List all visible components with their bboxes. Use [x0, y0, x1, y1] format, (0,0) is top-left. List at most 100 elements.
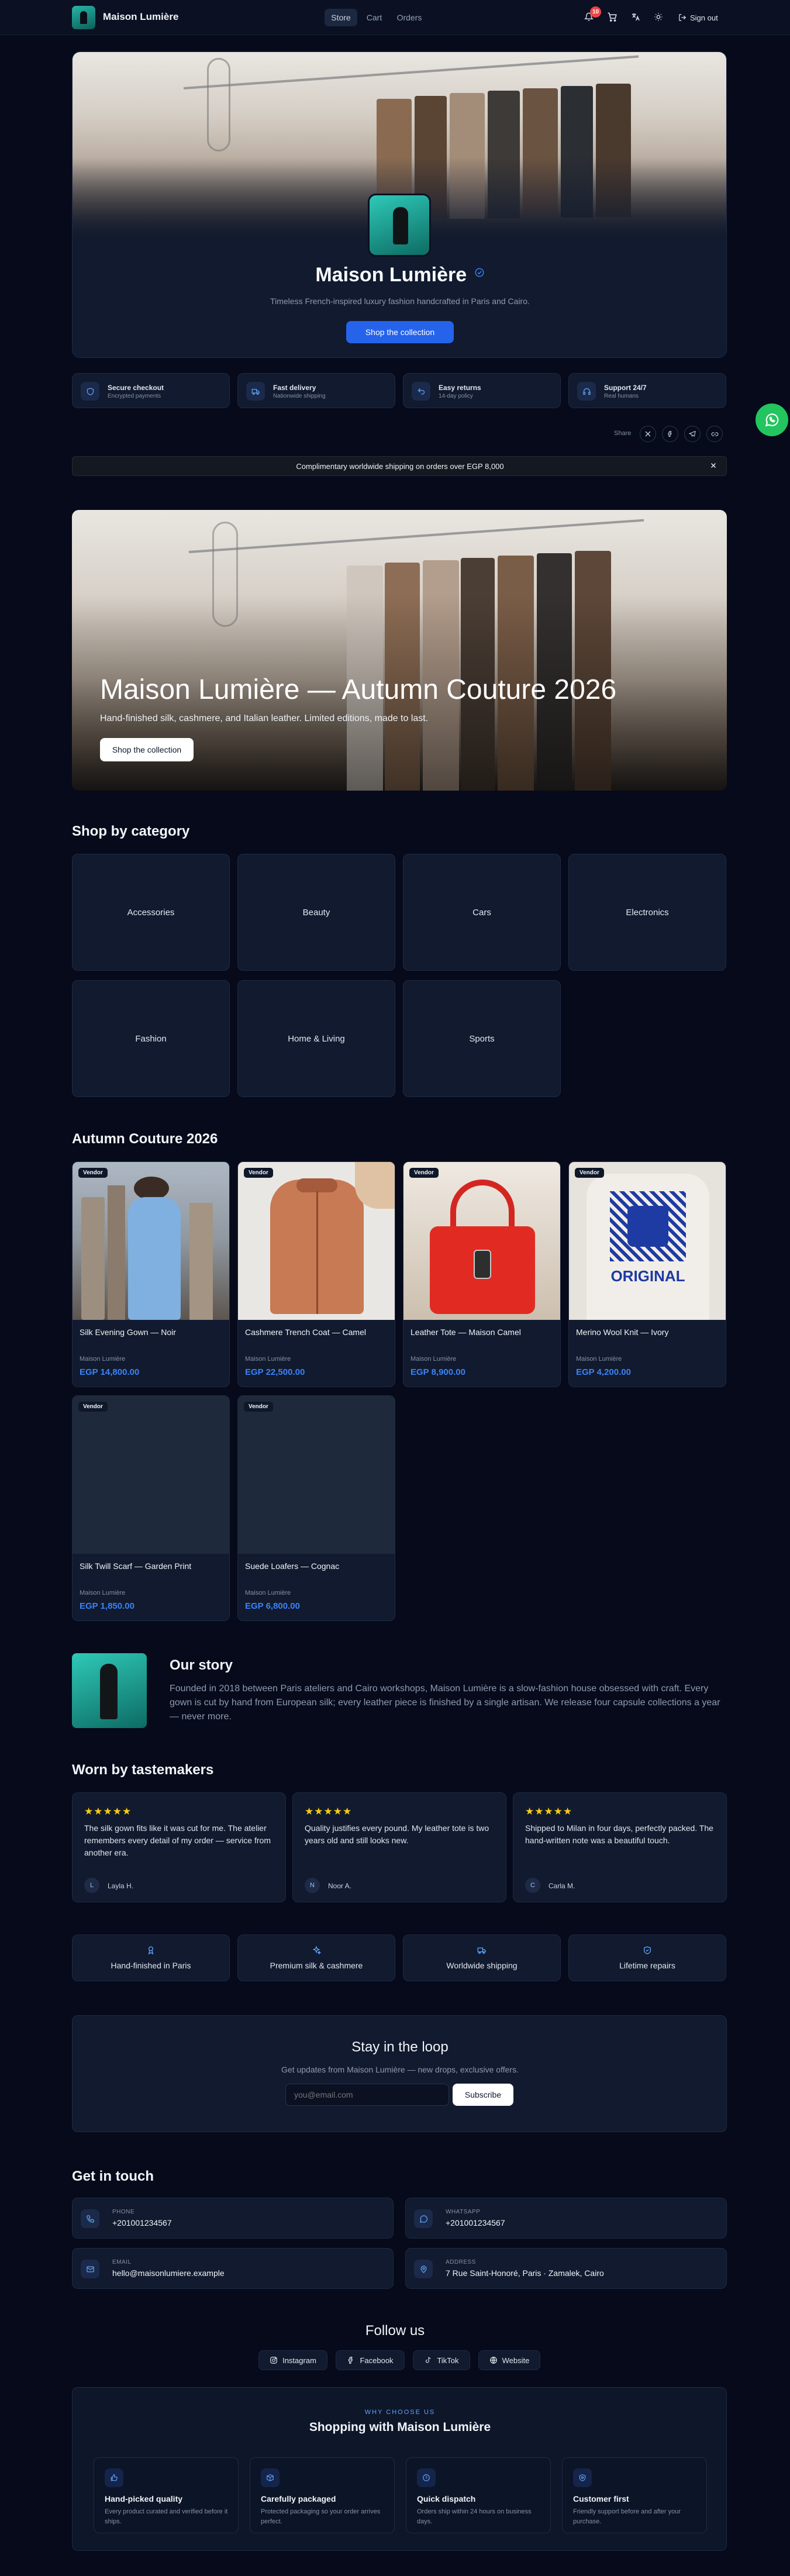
phone-icon: [81, 2209, 99, 2228]
whatsapp-float-button[interactable]: [755, 404, 788, 436]
brand-logo[interactable]: [72, 6, 95, 29]
product-price: EGP 22,500.00: [245, 1367, 305, 1377]
contact-value: +201001234567: [446, 2218, 505, 2227]
product-vendor: Maison Lumière: [245, 1356, 291, 1363]
map-pin-icon: [414, 2260, 433, 2278]
contact-email[interactable]: EMAIL hello@maisonlumiere.example: [72, 2248, 394, 2289]
feature-support: Support 24/7 Real humans: [568, 373, 726, 408]
product-price: EGP 4,200.00: [576, 1367, 631, 1377]
social-tiktok[interactable]: TikTok: [413, 2350, 470, 2370]
x-icon[interactable]: [640, 426, 656, 442]
why-card: Customer first Friendly support before a…: [562, 2457, 707, 2533]
newsletter-subtitle: Get updates from Maison Lumière — new dr…: [281, 2065, 519, 2074]
social-label: TikTok: [437, 2356, 459, 2365]
contact-phone[interactable]: PHONE +201001234567: [72, 2198, 394, 2239]
product-name: Silk Twill Scarf — Garden Print: [80, 1561, 192, 1571]
social-instagram[interactable]: Instagram: [258, 2350, 327, 2370]
avatar: N: [305, 1878, 320, 1893]
category-fashion[interactable]: Fashion: [72, 980, 230, 1097]
value-label: Worldwide shipping: [446, 1961, 518, 1970]
product-card[interactable]: Vendor Silk Evening Gown — Noir Maison L…: [72, 1161, 230, 1387]
testimonial-text: Quality justifies every pound. My leathe…: [305, 1823, 489, 1845]
category-home-living[interactable]: Home & Living: [237, 980, 395, 1097]
social-facebook[interactable]: Facebook: [336, 2350, 405, 2370]
product-card[interactable]: Vendor Suede Loafers — Cognac Maison Lum…: [237, 1395, 395, 1621]
why-kicker: WHY CHOOSE US: [364, 2409, 436, 2416]
vendor-badge: Vendor: [78, 1168, 108, 1178]
store-title-row: Maison Lumière: [73, 264, 726, 287]
subscribe-button[interactable]: Subscribe: [453, 2084, 513, 2106]
nav-orders[interactable]: Orders: [393, 9, 426, 26]
sign-out-button[interactable]: Sign out: [678, 11, 718, 25]
social-label: Website: [502, 2356, 530, 2365]
store-name: Maison Lumière: [315, 264, 467, 286]
newsletter-section: Stay in the loop Get updates from Maison…: [72, 2015, 727, 2132]
value-label: Lifetime repairs: [619, 1961, 675, 1970]
vendor-badge: Vendor: [244, 1168, 273, 1178]
box-icon: [261, 2468, 280, 2487]
translate-icon[interactable]: [629, 11, 642, 23]
social-label: Facebook: [360, 2356, 394, 2365]
nav-store[interactable]: Store: [325, 9, 357, 26]
contact-value: hello@maisonlumiere.example: [112, 2268, 225, 2278]
product-price: EGP 8,900.00: [410, 1367, 465, 1377]
feature-sub: Nationwide shipping: [273, 393, 326, 399]
contact-label: ADDRESS: [446, 2259, 476, 2265]
sign-out-label: Sign out: [690, 13, 718, 22]
product-card[interactable]: ORIGINAL Vendor Merino Wool Knit — Ivory…: [568, 1161, 726, 1387]
feature-sub: 14-day policy: [439, 393, 473, 399]
hero-subtitle: Hand-finished silk, cashmere, and Italia…: [100, 713, 429, 723]
testimonial-card: ★★★★★ Shipped to Milan in four days, per…: [513, 1792, 727, 1902]
headset-icon: [577, 382, 596, 401]
product-card[interactable]: Vendor Cashmere Trench Coat — Camel Mais…: [237, 1161, 395, 1387]
shop-collection-button[interactable]: Shop the collection: [346, 321, 454, 343]
product-image: [73, 1396, 229, 1554]
hero-cta-button[interactable]: Shop the collection: [100, 738, 194, 761]
facebook-icon[interactable]: [662, 426, 678, 442]
sun-icon[interactable]: [652, 11, 665, 23]
link-icon[interactable]: [706, 426, 723, 442]
why-card-title: Quick dispatch: [417, 2494, 476, 2503]
category-cars[interactable]: Cars: [403, 854, 561, 971]
testimonial-card: ★★★★★ The silk gown fits like it was cut…: [72, 1792, 286, 1902]
category-accessories[interactable]: Accessories: [72, 854, 230, 971]
social-website[interactable]: Website: [478, 2350, 540, 2370]
newsletter-email-input[interactable]: [285, 2084, 449, 2106]
category-beauty[interactable]: Beauty: [237, 854, 395, 971]
truck-icon: [477, 1946, 487, 1955]
testimonial-text: Shipped to Milan in four days, perfectly…: [525, 1823, 713, 1845]
product-image: ORIGINAL: [569, 1162, 726, 1320]
cart-icon[interactable]: [606, 11, 619, 23]
contact-heading: Get in touch: [72, 2168, 154, 2184]
star-rating: ★★★★★: [305, 1806, 353, 1817]
clock-icon: [417, 2468, 436, 2487]
product-card[interactable]: Vendor Leather Tote — Maison Camel Maiso…: [403, 1161, 561, 1387]
product-image: [73, 1162, 229, 1320]
contact-whatsapp[interactable]: WHATSAPP +201001234567: [405, 2198, 727, 2239]
heart-shield-icon: [573, 2468, 592, 2487]
product-card[interactable]: Vendor Silk Twill Scarf — Garden Print M…: [72, 1395, 230, 1621]
telegram-icon[interactable]: [684, 426, 701, 442]
product-vendor: Maison Lumière: [245, 1589, 291, 1596]
notification-badge: 10: [590, 6, 601, 18]
close-icon[interactable]: [710, 462, 719, 471]
feature-sub: Encrypted payments: [108, 393, 161, 399]
instagram-icon: [270, 2356, 278, 2364]
why-card-text: Protected packaging so your order arrive…: [261, 2508, 381, 2525]
feature-easy-returns: Easy returns 14-day policy: [403, 373, 561, 408]
return-icon: [412, 382, 430, 401]
globe-icon: [489, 2356, 498, 2364]
story-text: Founded in 2018 between Paris ateliers a…: [170, 1684, 720, 1722]
brand-name[interactable]: Maison Lumière: [103, 11, 178, 23]
why-card-text: Friendly support before and after your p…: [573, 2508, 681, 2525]
ribbon-icon: [146, 1946, 156, 1955]
top-navbar: Maison Lumière Store Cart Orders 10 Sign…: [0, 0, 790, 35]
vendor-badge: Vendor: [409, 1168, 439, 1178]
testimonial-author: Layla H.: [108, 1882, 134, 1890]
contact-address[interactable]: ADDRESS 7 Rue Saint-Honoré, Paris · Zama…: [405, 2248, 727, 2289]
product-image: [238, 1162, 395, 1320]
nav-cart[interactable]: Cart: [363, 9, 386, 26]
contact-value: 7 Rue Saint-Honoré, Paris · Zamalek, Cai…: [446, 2268, 604, 2278]
category-sports[interactable]: Sports: [403, 980, 561, 1097]
category-electronics[interactable]: Electronics: [568, 854, 726, 971]
